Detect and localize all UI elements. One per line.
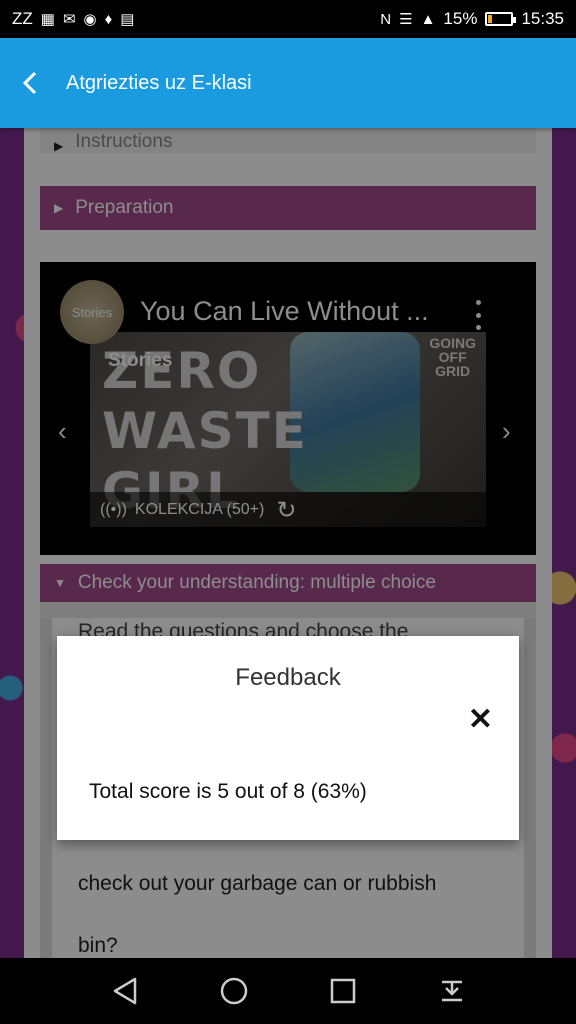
system-nav-bar [0,958,576,1024]
clock: 15:35 [521,9,564,28]
nfc-icon: N [380,10,392,28]
mail-icon: ✉ [62,10,76,28]
image-icon: ▦ [40,10,55,28]
bell-icon: ♦ [104,10,113,28]
sleep-indicator: ZZ [12,9,33,28]
status-bar: ZZ ▦ ✉ ◉ ♦ ▤ N ☰ ▲ 15% 15:35 [0,0,576,38]
notification-pulldown-icon[interactable] [432,971,472,1011]
feedback-score: Total score is 5 out of 8 (63%) [89,780,367,803]
feedback-title: Feedback [235,664,341,691]
signal-icon: ▲ [420,10,436,28]
eye-icon: ◉ [83,10,97,28]
back-triangle-icon[interactable] [105,971,145,1011]
battery-percent: 15% [443,9,478,28]
back-arrow-icon[interactable] [18,71,42,95]
feedback-dialog: Feedback ✕ Total score is 5 out of 8 (63… [57,636,519,840]
recents-square-icon[interactable] [323,971,363,1011]
battery-fill [488,15,493,23]
app-bar: Atgriezties uz E-klasi [0,38,576,128]
wifi-icon: ☰ [399,10,413,28]
app-bar-title[interactable]: Atgriezties uz E-klasi [66,72,252,95]
gift-icon: ▤ [120,10,135,28]
battery-icon [485,12,517,26]
home-circle-icon[interactable] [214,971,254,1011]
close-icon[interactable]: ✕ [468,702,493,737]
